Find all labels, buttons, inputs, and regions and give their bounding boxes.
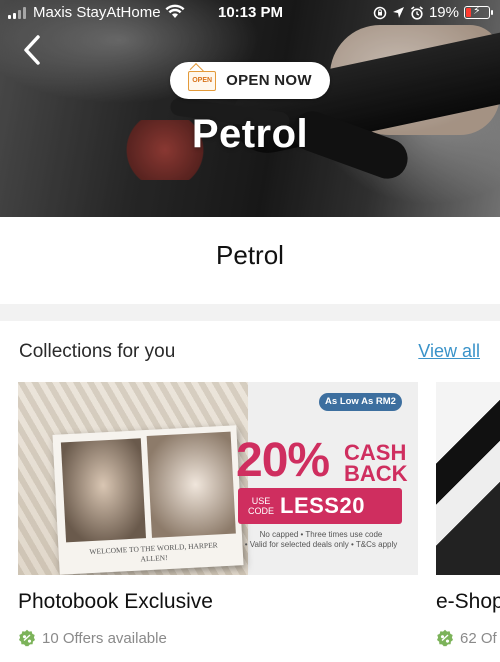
page-title: Petrol: [216, 240, 284, 270]
chevron-left-icon: [24, 35, 40, 65]
collection-card-offers: 10 Offers available: [18, 629, 167, 647]
section-divider: [0, 304, 500, 321]
promo-code-box: USE CODE LESS20: [238, 488, 402, 524]
promo-percent: 20%: [236, 434, 330, 487]
open-now-label: OPEN NOW: [226, 72, 312, 89]
photobook-photo-left: [60, 438, 146, 543]
hero-title: Petrol: [191, 112, 309, 156]
collections-heading: Collections for you: [19, 341, 176, 362]
signal-icon: [8, 7, 26, 19]
promo-use-code-label: USE CODE: [247, 496, 274, 516]
open-now-badge: OPEN OPEN NOW: [170, 62, 330, 99]
collection-card-title[interactable]: Photobook Exclusive: [18, 590, 213, 614]
promo-terms-line-1: No capped • Three times use code: [259, 530, 383, 539]
clock-time: 10:13 PM: [218, 4, 284, 21]
collection-card-image[interactable]: [436, 382, 500, 575]
orientation-lock-icon: [373, 6, 387, 19]
collection-card-eshop[interactable]: e-Shop 62 Of: [436, 382, 500, 647]
status-right: 19% ⚡: [373, 4, 493, 21]
collection-card-offers: 62 Of: [436, 629, 497, 647]
hero-banner: Maxis StayAtHome 10:13 PM 19% ⚡ OPEN OPE…: [0, 0, 500, 217]
offer-badge-icon: [19, 629, 35, 647]
battery-percent: 19%: [428, 4, 459, 21]
promo-price-badge: As Low As RM2: [319, 393, 402, 411]
back-button[interactable]: [18, 33, 48, 67]
offers-count: 62 Of: [460, 629, 497, 647]
promo-cashback-label: CASH BACK: [344, 440, 408, 486]
status-bar: Maxis StayAtHome 10:13 PM 19% ⚡: [0, 0, 500, 26]
wifi-icon: [165, 4, 185, 23]
hero-overlay: [0, 0, 500, 217]
collection-card-image[interactable]: WELCOME TO THE WORLD, HARPER ALLEN! As L…: [18, 382, 418, 575]
collection-card-title[interactable]: e-Shop: [436, 590, 500, 614]
photobook-image: WELCOME TO THE WORLD, HARPER ALLEN!: [52, 425, 244, 575]
promo-terms-line-2: • Valid for selected deals only • T&Cs a…: [244, 540, 398, 549]
promo-code-value: LESS20: [280, 493, 365, 518]
promo-terms: No capped • Three times use code • Valid…: [236, 530, 406, 550]
offers-count: 10 Offers available: [42, 629, 167, 647]
offer-badge-icon: [437, 629, 453, 647]
photobook-caption: WELCOME TO THE WORLD, HARPER ALLEN!: [89, 540, 218, 564]
battery-charging-icon: ⚡: [464, 5, 493, 19]
carrier-name: Maxis StayAtHome: [33, 4, 161, 21]
location-arrow-icon: [392, 7, 404, 18]
collection-card-photobook[interactable]: WELCOME TO THE WORLD, HARPER ALLEN! As L…: [18, 382, 418, 647]
view-all-link[interactable]: View all: [418, 341, 480, 362]
photobook-photo-right: [146, 431, 236, 538]
alarm-icon: [410, 5, 423, 20]
open-sign-icon: OPEN: [188, 70, 217, 91]
promo-cashback: CASH BACK: [344, 440, 418, 486]
